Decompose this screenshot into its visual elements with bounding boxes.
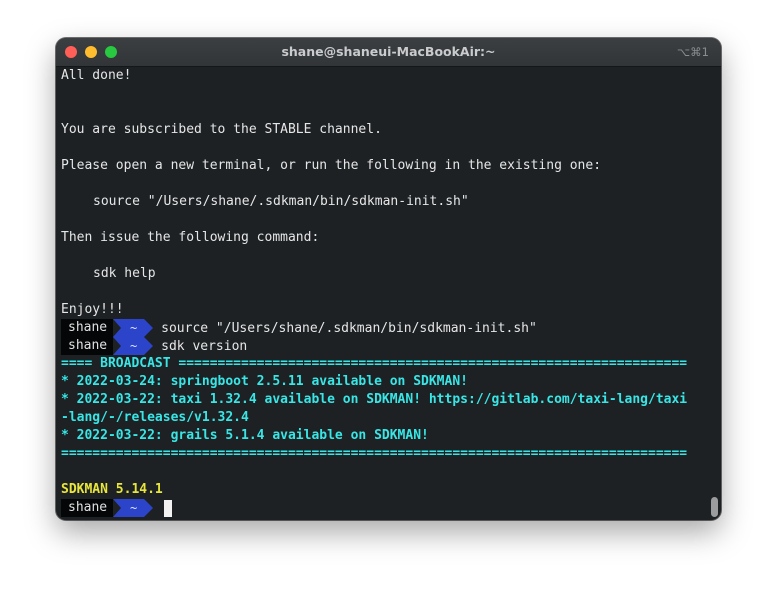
window-shortcut: ⌥⌘1 bbox=[676, 45, 709, 59]
broadcast-footer: ========================================… bbox=[61, 446, 688, 461]
output-line: Enjoy!!! bbox=[61, 302, 124, 317]
prompt-dir: ~ bbox=[130, 321, 137, 335]
prompt-line-current: shane ~ bbox=[61, 499, 705, 517]
broadcast-item: * 2022-03-22: grails 5.1.4 available on … bbox=[61, 428, 429, 443]
prompt-dir: ~ bbox=[130, 501, 137, 515]
broadcast-item: * 2022-03-24: springboot 2.5.11 availabl… bbox=[61, 374, 468, 389]
output-line: You are subscribed to the STABLE channel… bbox=[61, 122, 382, 137]
broadcast-item: * 2022-03-22: taxi 1.32.4 available on S… bbox=[61, 392, 688, 407]
output-line: Then issue the following command: bbox=[61, 230, 320, 245]
scrollbar-thumb[interactable] bbox=[711, 497, 718, 517]
prompt-user: shane bbox=[61, 499, 114, 517]
prompt-arrow-icon: ~ bbox=[113, 499, 154, 517]
output-line: sdk help bbox=[93, 266, 156, 281]
title-bar[interactable]: shane@shaneui-MacBookAir:~ ⌥⌘1 bbox=[56, 38, 721, 67]
prompt-arrow-icon: ~ bbox=[113, 337, 154, 355]
prompt-user: shane bbox=[61, 319, 114, 337]
output-line: All done! bbox=[61, 68, 132, 83]
sdkman-version: SDKMAN 5.14.1 bbox=[61, 482, 163, 497]
prompt-dir: ~ bbox=[130, 339, 137, 353]
prompt-dir-segment: ~ bbox=[113, 337, 155, 355]
text-cursor[interactable] bbox=[164, 499, 173, 517]
prompt-line: shane ~ sdk version bbox=[61, 337, 705, 355]
prompt-line: shane ~ source "/Users/shane/.sdkman/bin… bbox=[61, 319, 705, 337]
broadcast-header: ==== BROADCAST =========================… bbox=[61, 356, 688, 371]
command-text: sdk version bbox=[161, 338, 248, 354]
output-line: source "/Users/shane/.sdkman/bin/sdkman-… bbox=[93, 194, 469, 209]
prompt-arrow-icon: ~ bbox=[113, 319, 154, 337]
broadcast-item-continued: -lang/-/releases/v1.32.4 bbox=[61, 410, 249, 425]
terminal-window: shane@shaneui-MacBookAir:~ ⌥⌘1 All done!… bbox=[56, 38, 721, 520]
command-text: source "/Users/shane/.sdkman/bin/sdkman-… bbox=[161, 320, 537, 336]
window-title: shane@shaneui-MacBookAir:~ bbox=[281, 44, 496, 59]
prompt-dir-segment: ~ bbox=[113, 499, 155, 517]
terminal-output[interactable]: All done! You are subscribed to the STAB… bbox=[61, 67, 705, 520]
output-line: Please open a new terminal, or run the f… bbox=[61, 158, 602, 173]
prompt-user: shane bbox=[61, 337, 114, 355]
prompt-dir-segment: ~ bbox=[113, 319, 155, 337]
